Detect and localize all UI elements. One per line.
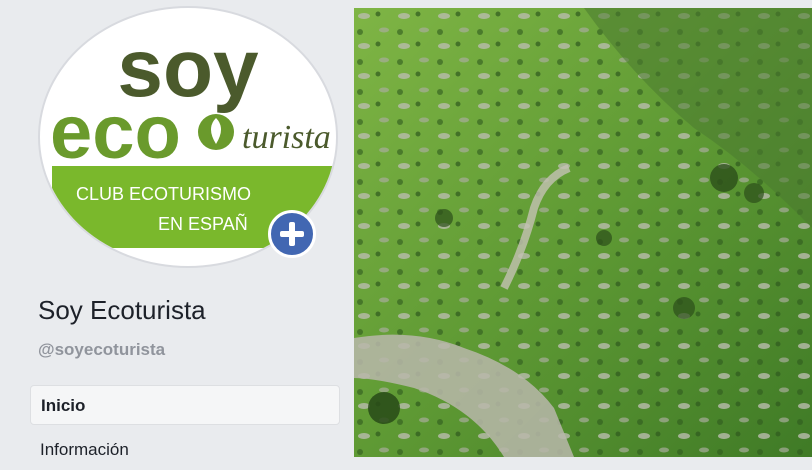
page-name: Soy Ecoturista	[38, 295, 206, 325]
cover-photo[interactable]	[354, 8, 812, 457]
add-profile-photo-button[interactable]	[268, 210, 316, 258]
leaf-icon	[198, 114, 234, 150]
logo-word-turista: turista	[242, 119, 331, 156]
logo-word-eco: eco	[50, 90, 181, 175]
nav-item-informacion[interactable]: Información	[30, 430, 340, 470]
page-sidebar: soy eco turista CLUB ECOTURISMO EN ESPAÑ…	[0, 0, 354, 459]
logo-banner-line1: CLUB ECOTURISMO	[76, 184, 251, 204]
plus-icon	[280, 222, 304, 246]
nav-item-inicio[interactable]: Inicio	[30, 385, 340, 425]
page-handle[interactable]: @soyecoturista	[38, 340, 165, 360]
mountain-landscape-image	[354, 8, 812, 457]
logo-banner-line2: EN ESPAÑ	[158, 213, 248, 234]
